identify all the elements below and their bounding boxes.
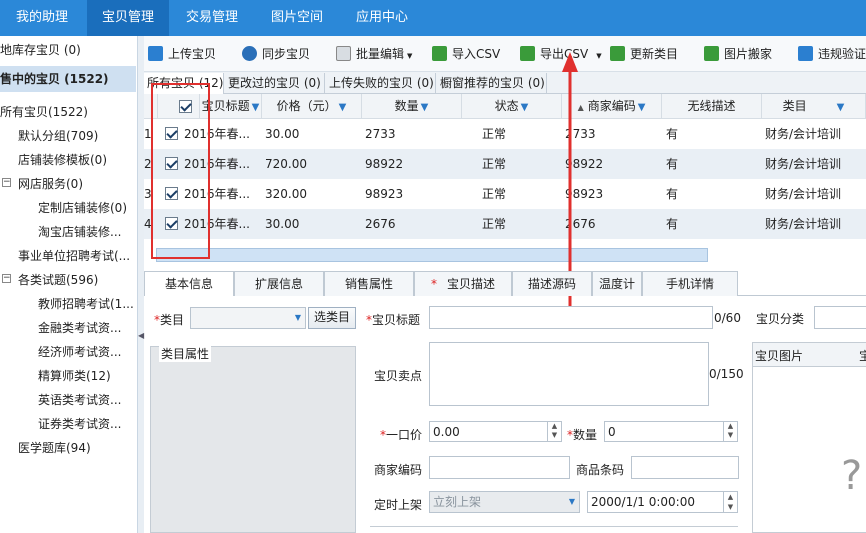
title-char-count: 0/60: [714, 311, 741, 325]
tab-thermometer[interactable]: 温度计: [592, 271, 642, 296]
required-mark: *: [430, 277, 437, 291]
quantity-label: *数量: [567, 426, 597, 443]
item-images-label: 宝贝图片: [755, 349, 804, 363]
schedule-date-value: 2000/1/1 0:00:00: [591, 495, 695, 509]
shop-category-label: 宝贝分类: [756, 312, 805, 326]
item-title-input[interactable]: [429, 306, 713, 329]
selling-points-label: 宝贝卖点: [374, 369, 423, 383]
item-title-label-text: 宝贝标题: [372, 313, 421, 327]
schedule-value: 立刻上架: [433, 495, 482, 509]
category-label: *类目: [154, 311, 184, 328]
images-col2-label: 宝: [859, 349, 866, 363]
shop-category-input[interactable]: [814, 306, 866, 329]
merchant-code-label: 商家编码: [374, 463, 423, 477]
form-divider: [370, 526, 738, 527]
tab-basic-info[interactable]: 基本信息: [144, 271, 234, 296]
annotation-arrow-icon: [562, 52, 578, 308]
quantity-label-text: 数量: [573, 428, 598, 442]
tab-description-source[interactable]: 描述源码: [512, 271, 592, 296]
category-attrs-label: 类目属性: [159, 345, 212, 362]
help-icon[interactable]: ?: [841, 453, 862, 499]
schedule-label: 定时上架: [374, 498, 423, 512]
datetime-stepper[interactable]: ▲ ▼: [723, 492, 737, 512]
schedule-datetime-input[interactable]: 2000/1/1 0:00:00 ▲ ▼: [587, 491, 738, 513]
tab-item-description[interactable]: * 宝贝描述: [414, 271, 512, 296]
tab-extended-info[interactable]: 扩展信息: [234, 271, 324, 296]
tab-mobile-details[interactable]: 手机详情: [642, 271, 738, 296]
images-header: 宝贝图片 宝: [753, 343, 866, 367]
price-label-text: 一口价: [386, 428, 423, 442]
quantity-stepper[interactable]: ▲ ▼: [723, 422, 737, 441]
item-title-label: *宝贝标题: [366, 311, 420, 328]
category-attrs-panel: 类目属性: [150, 345, 356, 533]
quantity-value: 0: [608, 425, 616, 439]
schedule-select[interactable]: 立刻上架 ▼: [429, 491, 580, 513]
barcode-label: 商品条码: [576, 463, 625, 477]
merchant-code-input[interactable]: [429, 456, 570, 479]
tab-item-description-label: 宝贝描述: [446, 277, 495, 291]
price-label: *一口价: [380, 426, 422, 443]
selling-points-count: 0/150: [709, 367, 744, 381]
selling-points-textarea[interactable]: [429, 342, 709, 406]
chevron-down-icon: ▼: [294, 313, 301, 322]
select-category-button[interactable]: 选类目: [308, 307, 356, 329]
price-value: 0.00: [433, 425, 460, 439]
detail-tabs: 基本信息 扩展信息 销售属性 * 宝贝描述 描述源码 温度计 手机详情: [144, 271, 866, 296]
chevron-down-icon: ▼: [568, 497, 575, 506]
category-select[interactable]: ▼: [190, 307, 306, 329]
item-images-panel: 宝贝图片 宝 ?: [752, 342, 866, 533]
barcode-input[interactable]: [631, 456, 739, 479]
price-input[interactable]: 0.00 ▲ ▼: [429, 421, 562, 442]
category-label-text: 类目: [160, 313, 185, 327]
quantity-input[interactable]: 0 ▲ ▼: [604, 421, 738, 442]
price-stepper[interactable]: ▲ ▼: [547, 422, 561, 441]
tab-sales-props[interactable]: 销售属性: [324, 271, 414, 296]
